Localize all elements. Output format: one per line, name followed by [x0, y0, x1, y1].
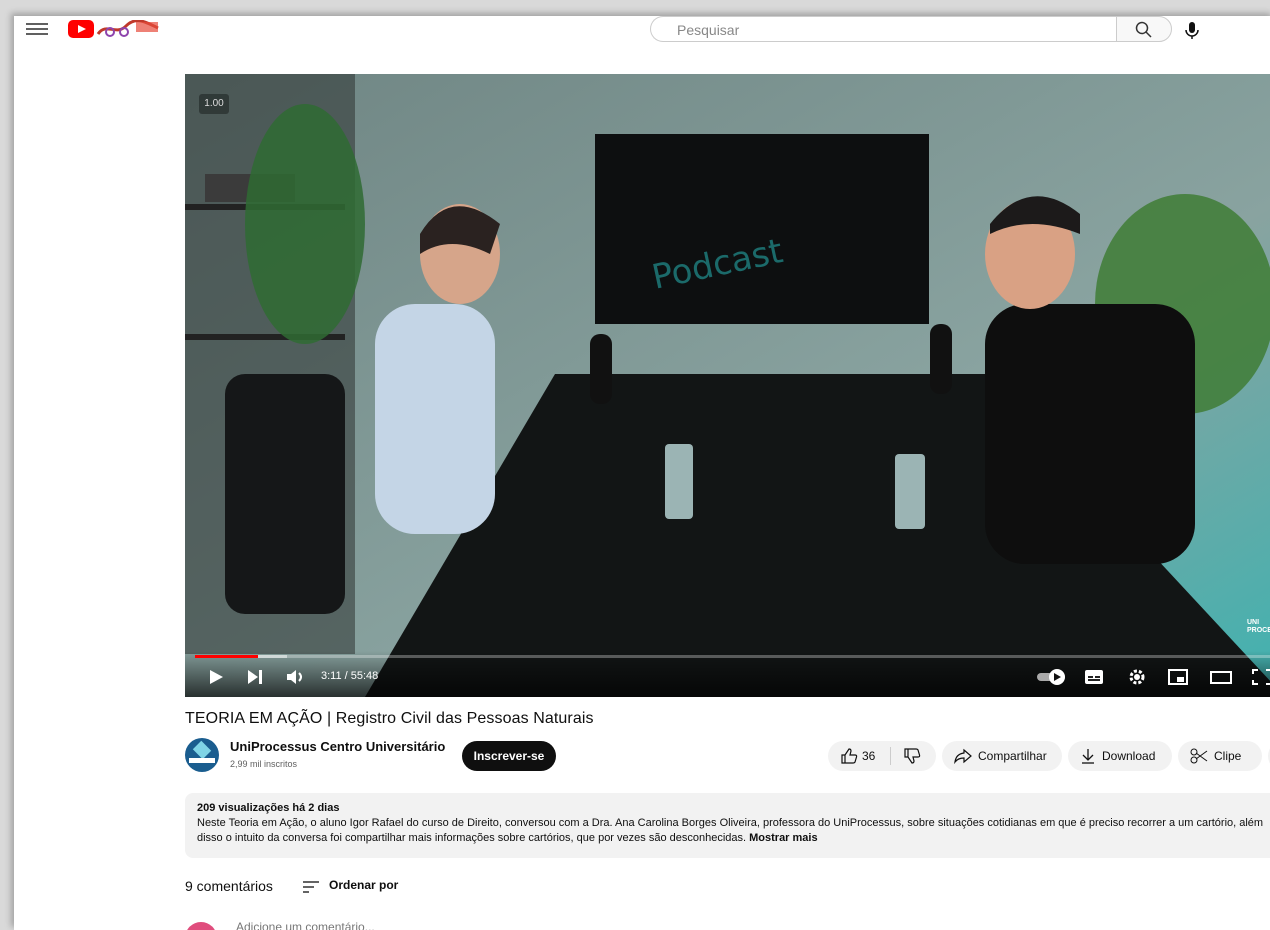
show-more-link[interactable]: Mostrar mais	[749, 832, 817, 844]
subscribe-button[interactable]: Inscrever-se	[462, 741, 556, 771]
youtube-logo[interactable]	[68, 20, 160, 40]
theater-mode-icon[interactable]	[1209, 667, 1233, 687]
user-avatar	[185, 922, 217, 930]
like-button[interactable]: 36	[828, 741, 890, 771]
play-icon[interactable]	[207, 667, 225, 687]
search-icon	[1135, 21, 1152, 38]
like-dislike-group: 36	[828, 741, 936, 771]
channel-name[interactable]: UniProcessus Centro Universitário	[230, 739, 445, 754]
video-player[interactable]: Podcast 1.00 UNI PROCESSUS	[185, 74, 1270, 697]
clip-label: Clipe	[1214, 749, 1242, 763]
dislike-button[interactable]	[891, 741, 936, 771]
subtitles-icon[interactable]	[1083, 667, 1105, 687]
miniplayer-icon[interactable]	[1167, 667, 1189, 687]
download-icon	[1082, 749, 1094, 764]
next-icon[interactable]	[245, 667, 265, 687]
sort-label: Ordenar por	[329, 878, 399, 892]
download-label: Download	[1102, 749, 1156, 763]
video-title: TEORIA EM AÇÃO | Registro Civil das Pess…	[185, 710, 594, 727]
youtube-play-icon	[68, 20, 94, 38]
progress-played	[195, 655, 258, 658]
search-button[interactable]	[1116, 16, 1172, 42]
channel-avatar[interactable]	[185, 738, 219, 772]
share-label: Compartilhar	[978, 749, 1047, 763]
microphone-icon[interactable]	[1180, 18, 1204, 42]
description-box[interactable]: 209 visualizações há 2 dias Neste Teoria…	[185, 793, 1270, 858]
share-button[interactable]: Compartilhar	[942, 741, 1062, 771]
menu-icon[interactable]	[26, 20, 48, 38]
player-controls: 3:11 / 55:48	[185, 651, 1270, 697]
subscriber-count: 2,99 mil inscritos	[230, 759, 298, 769]
scissors-icon	[1190, 748, 1208, 764]
add-comment-input[interactable]: Adicione um comentário...	[236, 920, 375, 930]
doodle-icon	[96, 20, 159, 37]
like-count: 36	[862, 749, 876, 763]
time-display: 3:11 / 55:48	[321, 670, 379, 682]
sort-icon	[303, 881, 319, 893]
clip-button[interactable]: Clipe	[1178, 741, 1262, 771]
youtube-window: Pesquisar Podcast 1.00 UNI PROCE 3:11 / …	[14, 16, 1270, 930]
view-stats: 209 visualizações há 2 dias	[197, 802, 340, 814]
autoplay-toggle-icon[interactable]	[1035, 667, 1069, 687]
volume-icon[interactable]	[285, 667, 307, 687]
channel-watermark: UNI PROCESSUS	[1247, 619, 1270, 634]
search-input[interactable]: Pesquisar	[650, 16, 1116, 42]
comments-count: 9 comentários	[185, 878, 273, 894]
video-frame: Podcast	[185, 74, 1270, 697]
settings-gear-icon[interactable]	[1127, 667, 1147, 687]
fullscreen-icon[interactable]	[1251, 667, 1270, 687]
search-bar: Pesquisar	[650, 16, 1172, 44]
thumbs-down-icon	[904, 748, 921, 764]
description-text: Neste Teoria em Ação, o aluno Igor Rafae…	[197, 817, 1264, 844]
speed-overlay: 1.00	[199, 94, 229, 114]
share-arrow-icon	[954, 748, 972, 764]
thumbs-up-icon	[841, 748, 858, 764]
progress-bar[interactable]	[195, 655, 1270, 658]
masthead: Pesquisar	[14, 16, 1270, 48]
download-button[interactable]: Download	[1068, 741, 1172, 771]
uniprocessus-logo-icon	[189, 740, 215, 763]
